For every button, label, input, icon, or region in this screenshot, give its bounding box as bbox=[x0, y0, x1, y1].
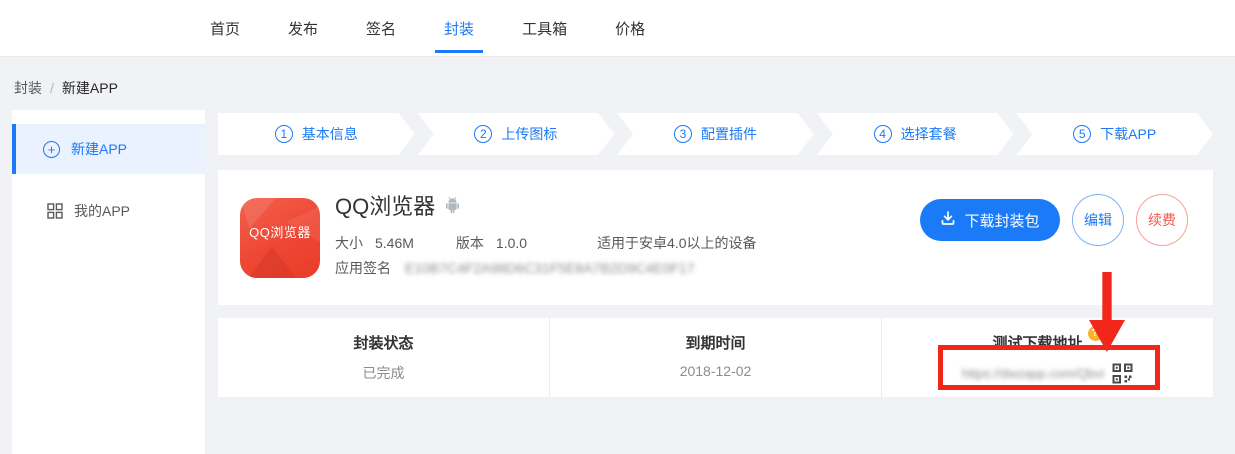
status-col-test-download: 测试下载地址 ? https://dwzapp.com/Qbvi bbox=[882, 318, 1213, 397]
package-state-value: 已完成 bbox=[363, 363, 405, 383]
sidebar-item-label: 新建APP bbox=[71, 139, 127, 159]
download-icon bbox=[940, 210, 956, 230]
nav-item-home[interactable]: 首页 bbox=[210, 18, 240, 39]
test-download-url-masked[interactable]: https://dwzapp.com/Qbvi bbox=[962, 366, 1104, 381]
nav-item-toolbox[interactable]: 工具箱 bbox=[522, 18, 567, 39]
package-app-page: 首页 发布 签名 封装 工具箱 价格 封装 / 新建APP + 新建APP 我的… bbox=[0, 0, 1235, 454]
sidebar-item-my-app[interactable]: 我的APP bbox=[12, 186, 205, 236]
plus-circle-icon: + bbox=[43, 141, 60, 158]
step-select-plan[interactable]: 4 选择套餐 bbox=[817, 113, 1014, 155]
sidebar: + 新建APP 我的APP bbox=[12, 110, 205, 454]
breadcrumb: 封装 / 新建APP bbox=[14, 78, 118, 98]
breadcrumb-section[interactable]: 封装 bbox=[14, 78, 42, 98]
step-number: 2 bbox=[474, 125, 492, 143]
qr-code-icon[interactable] bbox=[1112, 363, 1133, 384]
nav-item-publish[interactable]: 发布 bbox=[288, 18, 318, 39]
app-name: QQ浏览器 bbox=[335, 189, 435, 221]
signature-value-masked: E10B7C4F2A98D6C31F5E8A7B2D9C4E0F17 bbox=[405, 260, 695, 276]
version-value: 1.0.0 bbox=[496, 235, 527, 251]
step-label: 基本信息 bbox=[302, 124, 358, 144]
app-icon: QQ浏览器 bbox=[240, 198, 320, 278]
size-value: 5.46M bbox=[375, 235, 414, 251]
steps-bar: 1 基本信息 2 上传图标 3 配置插件 4 选择套餐 5 下载APP bbox=[218, 113, 1213, 155]
expiry-label: 到期时间 bbox=[685, 332, 745, 353]
sidebar-item-new-app[interactable]: + 新建APP bbox=[12, 124, 205, 174]
sidebar-item-label: 我的APP bbox=[74, 201, 130, 221]
android-icon bbox=[444, 196, 461, 214]
compatibility-text: 适用于安卓4.0以上的设备 bbox=[597, 233, 756, 253]
expiry-value: 2018-12-02 bbox=[680, 363, 752, 379]
version-label: 版本 bbox=[456, 233, 484, 253]
nav-item-package[interactable]: 封装 bbox=[444, 18, 474, 39]
step-label: 配置插件 bbox=[701, 124, 757, 144]
step-label: 选择套餐 bbox=[901, 124, 957, 144]
breadcrumb-current: 新建APP bbox=[62, 78, 118, 98]
renew-button[interactable]: 续费 bbox=[1136, 194, 1188, 246]
test-download-label: 测试下载地址 bbox=[992, 332, 1082, 353]
nav-item-sign[interactable]: 签名 bbox=[366, 18, 396, 39]
edit-button[interactable]: 编辑 bbox=[1072, 194, 1124, 246]
step-download-app[interactable]: 5 下载APP bbox=[1016, 113, 1213, 155]
signature-label: 应用签名 bbox=[335, 258, 391, 278]
step-configure-plugins[interactable]: 3 配置插件 bbox=[617, 113, 814, 155]
step-number: 3 bbox=[674, 125, 692, 143]
app-meta: 大小 5.46M 版本 1.0.0 适用于安卓4.0以上的设备 bbox=[335, 233, 757, 253]
package-state-label: 封装状态 bbox=[353, 332, 413, 353]
step-label: 上传图标 bbox=[501, 124, 557, 144]
step-number: 1 bbox=[275, 125, 293, 143]
step-number: 5 bbox=[1073, 125, 1091, 143]
top-nav: 首页 发布 签名 封装 工具箱 价格 bbox=[0, 0, 1235, 57]
download-package-label: 下载封装包 bbox=[964, 210, 1039, 231]
size-label: 大小 bbox=[335, 233, 363, 253]
status-col-expiry: 到期时间 2018-12-02 bbox=[550, 318, 882, 397]
app-info-card: QQ浏览器 QQ浏览器 大小 5.46M 版本 1.0.0 bbox=[218, 170, 1213, 305]
app-signature-row: 应用签名 E10B7C4F2A98D6C31F5E8A7B2D9C4E0F17 bbox=[335, 258, 695, 278]
app-icon-label: QQ浏览器 bbox=[249, 222, 311, 241]
help-icon[interactable]: ? bbox=[1088, 326, 1103, 341]
step-label: 下载APP bbox=[1100, 124, 1156, 144]
step-upload-icon[interactable]: 2 上传图标 bbox=[418, 113, 615, 155]
status-col-package-state: 封装状态 已完成 bbox=[218, 318, 550, 397]
status-card: 封装状态 已完成 到期时间 2018-12-02 测试下载地址 ? https:… bbox=[218, 318, 1213, 397]
grid-icon bbox=[47, 203, 63, 219]
step-number: 4 bbox=[874, 125, 892, 143]
nav-item-price[interactable]: 价格 bbox=[615, 18, 645, 39]
step-basic-info[interactable]: 1 基本信息 bbox=[218, 113, 415, 155]
download-package-button[interactable]: 下载封装包 bbox=[920, 199, 1060, 241]
breadcrumb-separator: / bbox=[50, 80, 54, 96]
